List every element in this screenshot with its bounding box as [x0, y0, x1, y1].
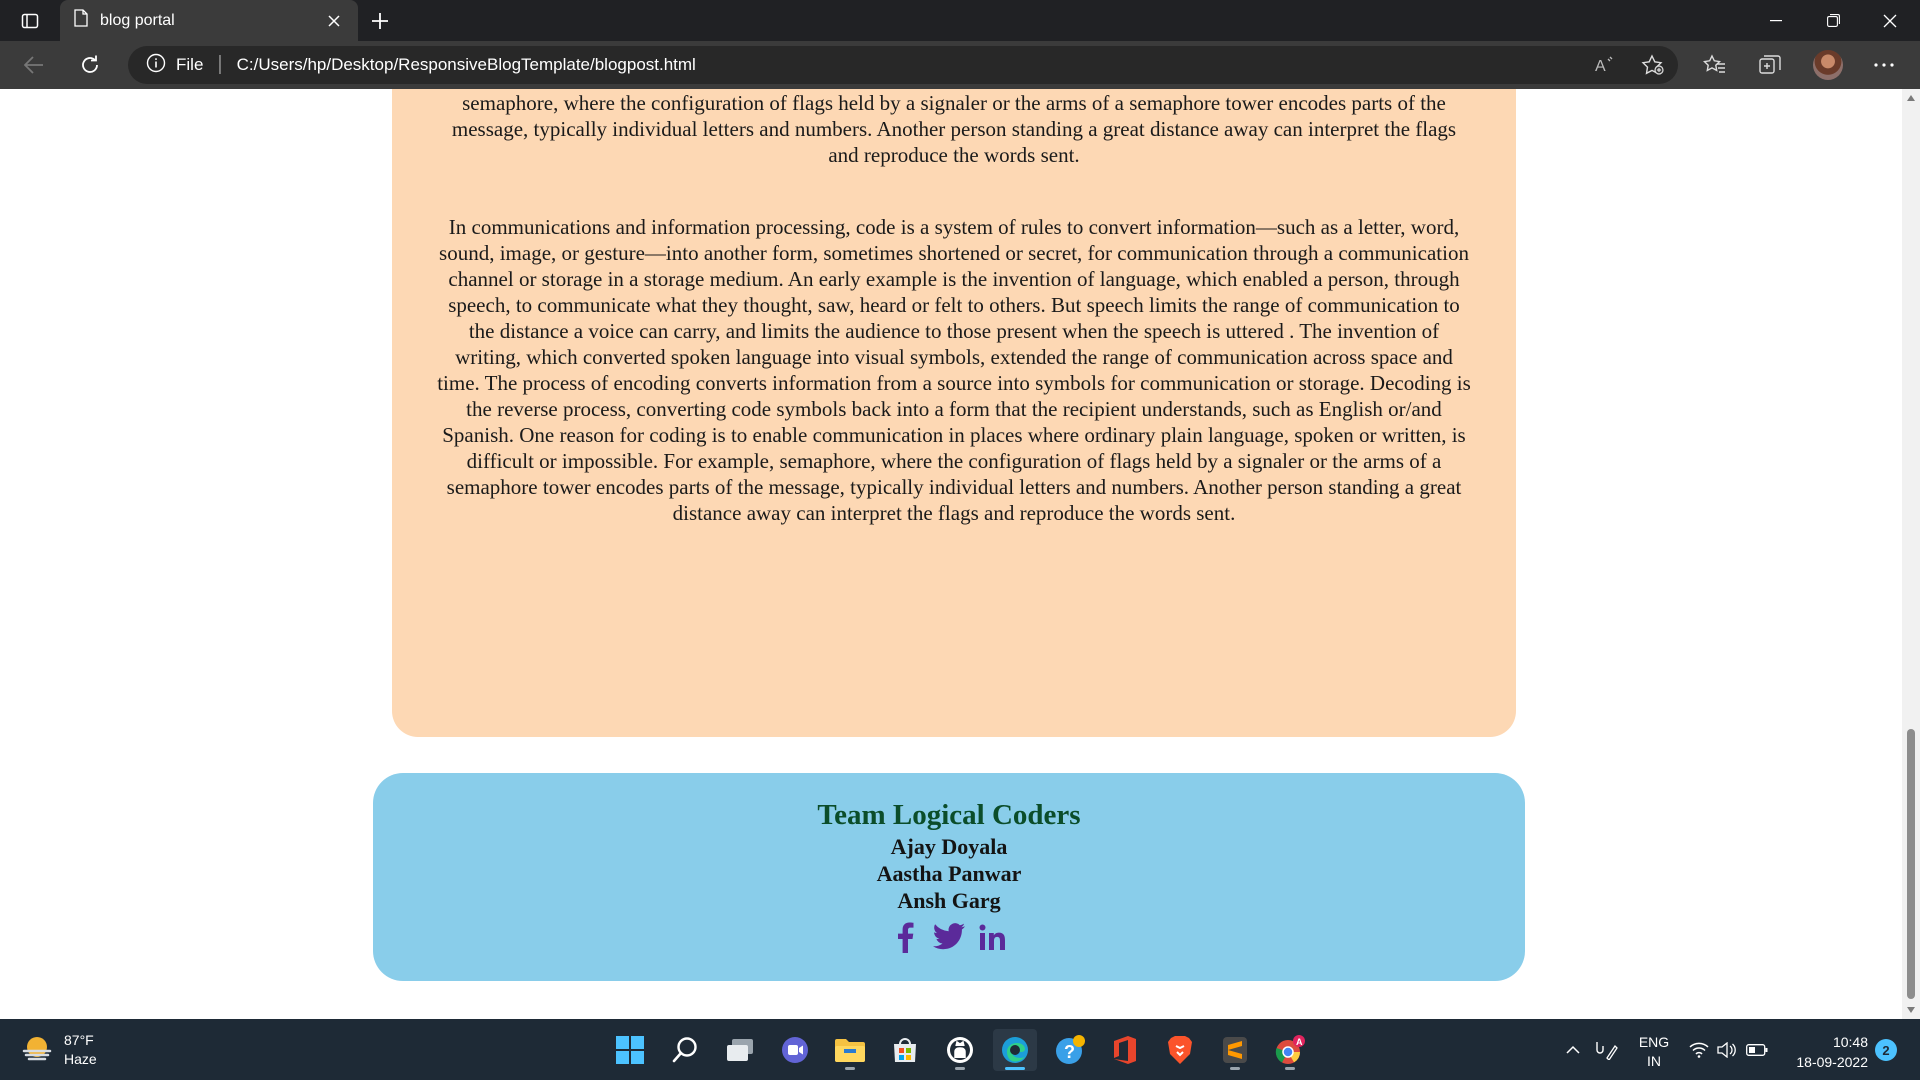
facebook-icon[interactable]: [887, 920, 923, 954]
running-indicator: [1230, 1067, 1240, 1070]
back-button[interactable]: [16, 49, 52, 81]
svg-text:A: A: [1595, 58, 1606, 74]
file-explorer-icon[interactable]: [828, 1029, 872, 1071]
new-tab-button[interactable]: [366, 7, 394, 35]
weather-widget[interactable]: 87°F Haze: [22, 1031, 97, 1069]
scroll-down-arrow-icon[interactable]: [1902, 1001, 1920, 1019]
address-prefix: File: [176, 55, 204, 74]
notification-badge[interactable]: 2: [1875, 1039, 1897, 1061]
article-paragraph: In communications and information proces…: [437, 215, 1471, 525]
blog-article-card: communication in places where ordinary p…: [392, 89, 1516, 737]
team-member: Aastha Panwar: [876, 861, 1022, 886]
battery-icon[interactable]: [1742, 1019, 1772, 1080]
vertical-scrollbar[interactable]: [1902, 89, 1920, 1019]
scroll-up-arrow-icon[interactable]: [1902, 89, 1920, 107]
tab-blog-portal[interactable]: blog portal: [60, 0, 358, 41]
sublime-text-icon[interactable]: [1213, 1029, 1257, 1071]
tab-title: blog portal: [100, 11, 175, 29]
collections-icon[interactable]: [1750, 49, 1790, 81]
microsoft-store-icon[interactable]: [883, 1029, 927, 1071]
refresh-button[interactable]: [72, 49, 108, 81]
language-code: ENG: [1638, 1034, 1670, 1050]
pen-touch-icon[interactable]: [1590, 1019, 1622, 1080]
article-paragraph: communication in places where ordinary p…: [451, 91, 1457, 167]
team-name: Team Logical Coders: [817, 799, 1081, 831]
help-app-icon[interactable]: ?: [1048, 1029, 1092, 1071]
tab-actions-icon[interactable]: [12, 8, 48, 34]
office-icon[interactable]: [1103, 1029, 1147, 1071]
show-hidden-icons-chevron-icon[interactable]: [1560, 1019, 1586, 1080]
language-indicator[interactable]: ENG IN: [1634, 1033, 1674, 1071]
info-icon[interactable]: [146, 53, 166, 78]
weather-temperature: 87°F: [64, 1032, 94, 1048]
search-icon[interactable]: [664, 1029, 708, 1071]
browser-tab-bar: blog portal: [0, 0, 1920, 41]
github-app-icon[interactable]: [938, 1029, 982, 1071]
favorites-icon[interactable]: [1695, 49, 1735, 81]
team-member: Ajay Doyala: [890, 834, 1008, 859]
svg-text:?: ?: [1064, 1042, 1075, 1062]
team-member: Ansh Garg: [897, 888, 1001, 913]
restore-button[interactable]: [1805, 0, 1861, 41]
scrollbar-thumb[interactable]: [1907, 729, 1915, 999]
windows-taskbar: 87°F Haze ? A ENG IN 10:48 18-09-2022 2: [0, 1019, 1920, 1080]
twitter-icon[interactable]: [931, 920, 967, 954]
weather-haze-icon: [22, 1035, 52, 1066]
running-indicator: [1005, 1067, 1025, 1070]
task-view-icon[interactable]: [718, 1029, 762, 1071]
volume-icon[interactable]: [1714, 1019, 1740, 1080]
minimize-button[interactable]: [1748, 0, 1804, 41]
region-code: IN: [1647, 1053, 1661, 1069]
weather-description: Haze: [64, 1051, 97, 1067]
running-indicator: [1285, 1067, 1295, 1070]
close-window-button[interactable]: [1862, 0, 1918, 41]
start-button[interactable]: [608, 1029, 652, 1071]
brave-browser-icon[interactable]: [1158, 1029, 1202, 1071]
address-separator: |: [217, 52, 223, 75]
svg-text:A: A: [1296, 1037, 1303, 1047]
running-indicator: [955, 1067, 965, 1070]
teams-chat-icon[interactable]: [773, 1029, 817, 1071]
wifi-icon[interactable]: [1686, 1019, 1712, 1080]
page-icon: [74, 9, 88, 32]
settings-more-icon[interactable]: [1864, 49, 1904, 81]
clock-date: 18-09-2022: [1796, 1054, 1868, 1070]
browser-toolbar: File | C:/Users/hp/Desktop/ResponsiveBlo…: [0, 41, 1920, 89]
running-indicator: [845, 1067, 855, 1070]
system-clock[interactable]: 10:48 18-09-2022: [1782, 1032, 1868, 1072]
social-links: [373, 920, 1525, 954]
edge-browser-icon[interactable]: [993, 1029, 1037, 1071]
close-tab-icon[interactable]: [322, 9, 346, 33]
profile-avatar[interactable]: [1808, 49, 1848, 81]
linkedin-icon[interactable]: [975, 920, 1011, 954]
address-bar[interactable]: File | C:/Users/hp/Desktop/ResponsiveBlo…: [128, 46, 1678, 84]
page-viewport[interactable]: communication in places where ordinary p…: [0, 89, 1902, 1019]
footer-card: Team Logical Coders Ajay Doyala Aastha P…: [373, 773, 1525, 981]
chrome-icon[interactable]: A: [1268, 1029, 1312, 1071]
read-aloud-icon[interactable]: A: [1588, 49, 1622, 81]
url-text[interactable]: C:/Users/hp/Desktop/ResponsiveBlogTempla…: [237, 55, 696, 75]
add-favorite-icon[interactable]: [1636, 49, 1670, 81]
clock-time: 10:48: [1832, 1034, 1868, 1050]
